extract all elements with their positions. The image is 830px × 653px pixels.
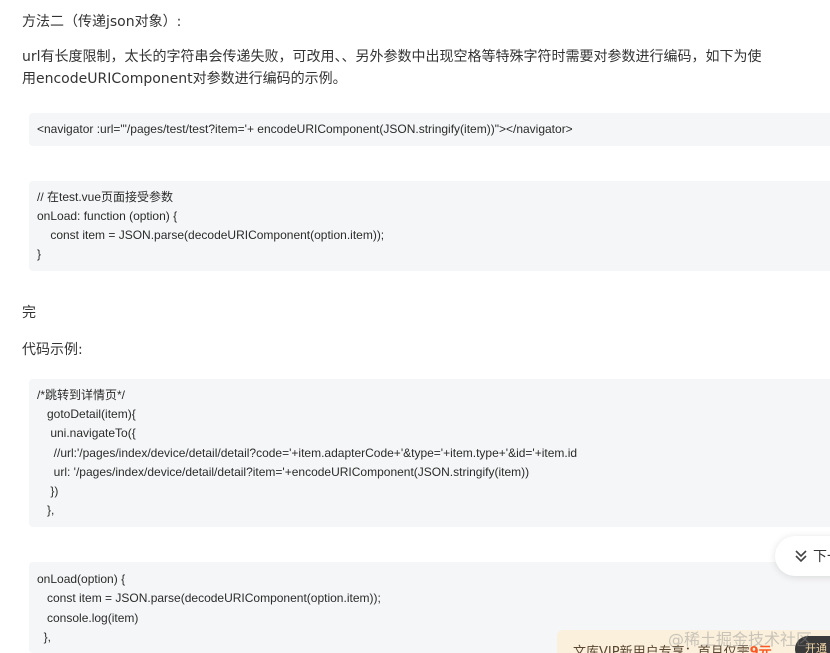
code-line: <navigator :url="'/pages/test/test?item=… (37, 122, 573, 136)
code-block-goto-detail: /*跳转到详情页*/ gotoDetail(item){ uni.navigat… (29, 379, 830, 527)
code-line: onLoad(option) { (37, 572, 126, 586)
code-line: /*跳转到详情页*/ (37, 388, 126, 402)
code-line: url: '/pages/index/device/detail/detail?… (37, 465, 530, 479)
code-line: }, (37, 630, 52, 644)
code-line: //url:'/pages/index/device/detail/detail… (37, 446, 578, 460)
next-article-label: 下一 (813, 549, 830, 565)
code-line: const item = JSON.parse(decodeURICompone… (37, 228, 385, 242)
code-line: gotoDetail(item){ (37, 407, 136, 421)
code-line: const item = JSON.parse(decodeURICompone… (37, 591, 381, 605)
double-chevron-down-icon (795, 550, 807, 563)
code-line: onLoad: function (option) { (37, 209, 178, 223)
next-article-button[interactable]: 下一 (775, 536, 830, 576)
code-line: // 在test.vue页面接受参数 (37, 190, 174, 204)
watermark-text: @稀土掘金技术社区 (668, 630, 813, 649)
code-block-navigator: <navigator :url="'/pages/test/test?item=… (29, 113, 830, 146)
description-line-1: url有长度限制，太长的字符串会传递失败，可改用、、另外参数中出现空格等特殊字符… (22, 49, 762, 65)
example-label: 代码示例: (22, 342, 83, 358)
done-text: 完 (22, 305, 36, 321)
code-line: console.log(item) (37, 611, 139, 625)
section-heading: 方法二（传递json对象）: (22, 14, 182, 30)
code-line: }, (37, 503, 55, 517)
code-line: } (37, 247, 42, 261)
code-line: }) (37, 484, 59, 498)
code-line: uni.navigateTo({ (37, 426, 136, 440)
description-line-2: 用encodeURIComponent对参数进行编码的示例。 (22, 71, 347, 87)
code-block-onload-test: // 在test.vue页面接受参数 onLoad: function (opt… (29, 181, 830, 271)
